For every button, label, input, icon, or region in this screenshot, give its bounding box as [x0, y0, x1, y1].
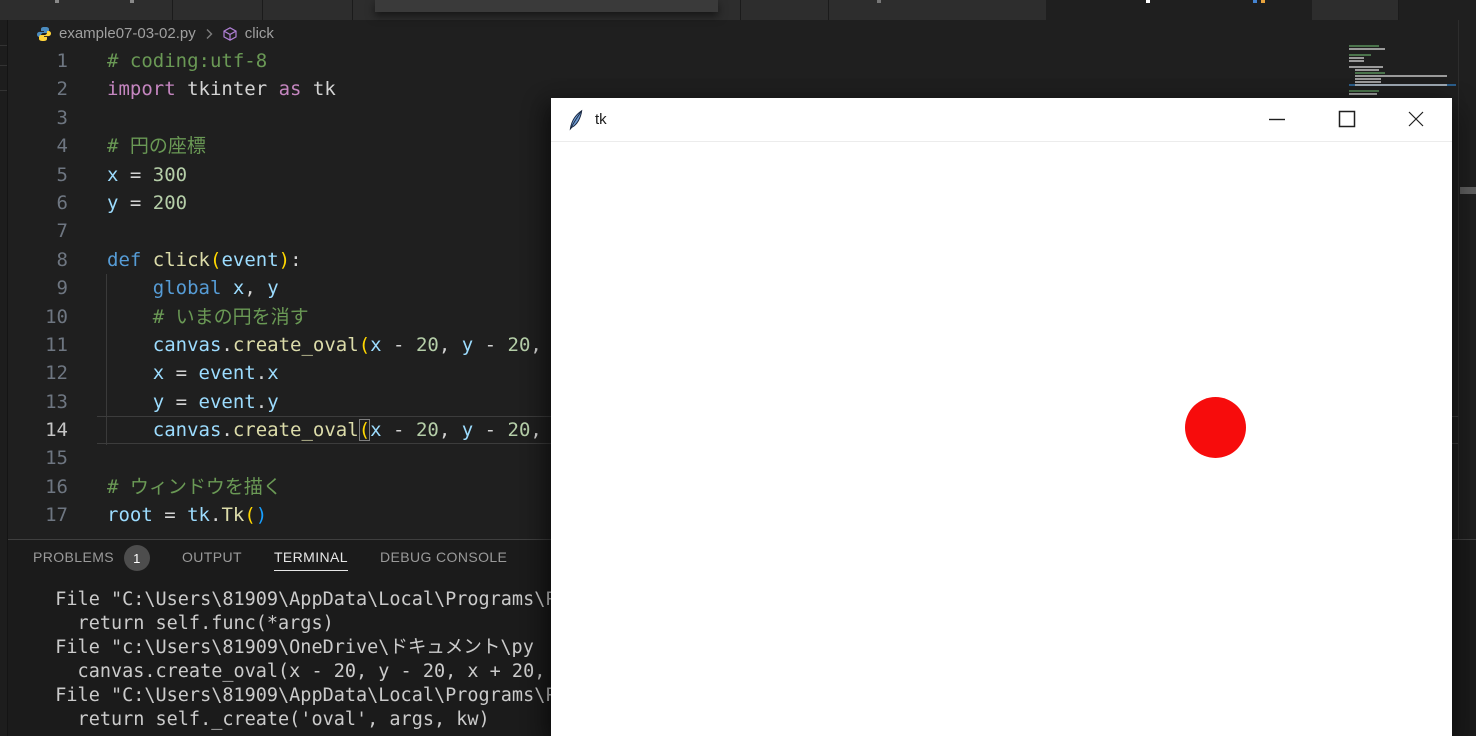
- tab-separator: [828, 0, 829, 20]
- tab-separator: [1398, 0, 1399, 20]
- breadcrumb-file[interactable]: example07-03-02.py: [59, 25, 196, 42]
- tab-label-remnant: [1253, 0, 1257, 3]
- sidebar-edge: [0, 20, 8, 736]
- code-text: # coding:utf-8: [107, 50, 268, 72]
- line-number: 9: [56, 277, 68, 300]
- code-text: # 円の座標: [107, 135, 206, 158]
- code-text: # ウィンドウを描く: [107, 475, 282, 498]
- code-text: canvas.create_oval(x - 20, y - 20,: [152, 419, 554, 442]
- breadcrumb: example07-03-02.py click: [8, 20, 1476, 47]
- tab-label-remnant: [877, 0, 881, 3]
- panel-tab-output[interactable]: OUTPUT: [182, 549, 242, 571]
- line-number: 4: [56, 135, 68, 158]
- code-text: y = event.y: [152, 390, 279, 413]
- code-text: # いまの円を消す: [152, 305, 309, 328]
- tk-window-title: tk: [595, 111, 607, 128]
- vscode-window: example07-03-02.py click 1 # coding:utf-8…: [0, 0, 1476, 736]
- line-number: 12: [45, 362, 68, 385]
- tab-label-remnant: [1261, 0, 1265, 3]
- minimize-icon[interactable]: [1267, 109, 1287, 129]
- line-number: 2: [56, 78, 68, 101]
- panel-tab-label: TERMINAL: [273, 549, 348, 571]
- code-line[interactable]: 1 # coding:utf-8: [8, 47, 1458, 75]
- tab-label-remnant: [130, 0, 134, 3]
- line-number: 13: [45, 390, 68, 413]
- panel-tab-problems[interactable]: PROBLEMS 1: [33, 545, 150, 571]
- editor-tab-bar[interactable]: [0, 0, 1476, 20]
- close-icon[interactable]: [1406, 109, 1426, 129]
- overview-ruler-border: [1458, 20, 1459, 539]
- minimap[interactable]: [1349, 45, 1456, 99]
- red-oval: [1185, 397, 1246, 458]
- tk-window: tk: [551, 98, 1452, 736]
- code-text: y = 200: [107, 191, 188, 214]
- line-number: 16: [45, 475, 68, 498]
- breadcrumb-symbol[interactable]: click: [245, 25, 274, 42]
- panel-tabs: PROBLEMS 1 OUTPUT TERMINAL DEBUG CONSOLE: [33, 545, 507, 571]
- symbol-method-icon: [222, 26, 238, 42]
- panel-tab-label: OUTPUT: [182, 549, 242, 565]
- code-text: global x, y: [152, 277, 279, 300]
- code-text: x = 300: [107, 163, 188, 186]
- line-number: 7: [56, 220, 68, 243]
- tk-titlebar[interactable]: tk: [551, 98, 1452, 142]
- line-number: 15: [45, 447, 68, 470]
- line-number: 17: [45, 504, 68, 527]
- tab-fragment[interactable]: [1398, 0, 1476, 20]
- code-text: import tkinter as tk: [107, 78, 336, 101]
- tab-label-remnant: [55, 0, 59, 3]
- problems-count-badge: 1: [124, 545, 150, 571]
- code-text: root = tk.Tk(): [107, 504, 268, 527]
- tab-label-remnant: [1146, 0, 1150, 3]
- line-number: 10: [45, 305, 68, 328]
- panel-tab-label: PROBLEMS: [33, 549, 114, 565]
- code-text: x = event.x: [152, 362, 279, 385]
- line-number: 8: [56, 248, 68, 271]
- line-number: 5: [56, 163, 68, 186]
- panel-tab-debug-console[interactable]: DEBUG CONSOLE: [380, 549, 507, 571]
- python-icon: [36, 26, 52, 42]
- active-tab-fragment[interactable]: [1046, 0, 1312, 20]
- panel-tab-terminal[interactable]: TERMINAL: [273, 549, 348, 571]
- maximize-icon[interactable]: [1337, 109, 1357, 129]
- line-number: 11: [45, 333, 68, 356]
- line-number: 1: [56, 50, 68, 72]
- tab-separator: [172, 0, 173, 20]
- tab-separator: [262, 0, 263, 20]
- line-number: 14: [45, 419, 68, 442]
- chevron-right-icon: [203, 27, 215, 41]
- line-number: 6: [56, 191, 68, 214]
- scrollbar-thumb[interactable]: [1460, 187, 1476, 194]
- panel-tab-label: DEBUG CONSOLE: [379, 549, 508, 565]
- tab-separator: [740, 0, 741, 20]
- overlapping-window-fragment: [375, 0, 718, 12]
- code-text: canvas.create_oval(x - 20, y - 20,: [152, 333, 554, 356]
- tab-separator: [352, 0, 353, 20]
- line-number: 3: [56, 106, 68, 129]
- feather-icon: [568, 109, 585, 131]
- tk-canvas[interactable]: [551, 142, 1452, 736]
- code-text: def click(event):: [107, 248, 302, 271]
